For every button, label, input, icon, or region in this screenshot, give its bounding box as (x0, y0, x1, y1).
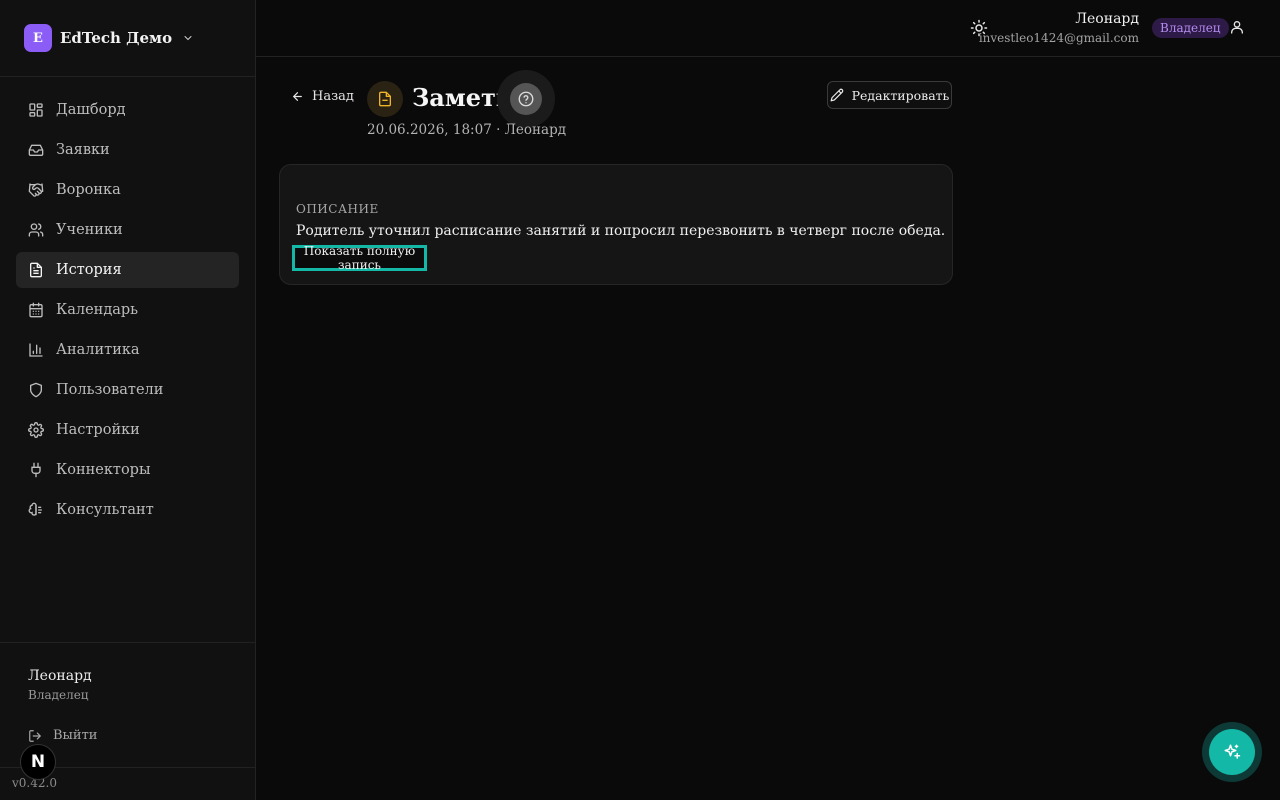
plug-icon (28, 462, 44, 478)
sidebar-item-students[interactable]: Ученики (16, 212, 239, 248)
workspace-switcher[interactable]: E EdTech Демо (24, 24, 194, 52)
shield-icon (28, 382, 44, 398)
sidebar-item-connectors[interactable]: Коннекторы (16, 452, 239, 488)
help-button[interactable] (497, 70, 555, 128)
sidebar-item-label: Календарь (56, 302, 139, 318)
note-meta: 20.06.2026, 18:07 · Леонард (367, 122, 567, 138)
sidebar: E EdTech Демо Дашборд Заявки Воронка Уче… (0, 0, 256, 800)
sidebar-user-role: Владелец (28, 688, 89, 702)
sidebar-item-label: Коннекторы (56, 462, 151, 478)
back-label: Назад (312, 89, 354, 104)
show-full-record-button[interactable]: Показать полную запись (292, 244, 427, 272)
chevron-down-icon (184, 36, 192, 41)
topbar: Леонард investleo1424@gmail.com Владелец (256, 0, 1280, 57)
sparkles-icon (1224, 744, 1241, 759)
sidebar-item-calendar[interactable]: Календарь (16, 292, 239, 328)
brain-icon (28, 502, 44, 518)
sidebar-item-dashboard[interactable]: Дашборд (16, 92, 239, 128)
sidebar-user-name: Леонард (28, 668, 92, 684)
role-badge: Владелец (1152, 18, 1229, 38)
logout-button[interactable]: Выйти (28, 728, 97, 743)
sidebar-item-label: Настройки (56, 422, 140, 438)
description-text: Родитель уточнил расписание занятий и по… (296, 223, 946, 239)
help-button-inner (510, 83, 542, 115)
inbox-icon (28, 142, 44, 158)
note-icon (379, 91, 391, 107)
note-type-badge (367, 81, 403, 117)
logout-label: Выйти (53, 728, 98, 743)
help-circle-icon (518, 91, 534, 107)
next-dev-badge[interactable]: N (20, 744, 56, 780)
sidebar-item-label: История (56, 262, 122, 278)
logout-icon (29, 729, 42, 742)
sidebar-item-label: Воронка (56, 182, 121, 198)
sidebar-item-label: Заявки (56, 142, 110, 158)
assistant-fab[interactable] (1209, 729, 1255, 775)
workspace-name: EdTech Демо (60, 29, 173, 47)
note-description-card: ОПИСАНИЕ Родитель уточнил расписание зан… (279, 164, 953, 285)
pencil-icon (830, 88, 843, 102)
sidebar-item-funnel[interactable]: Воронка (16, 172, 239, 208)
users-icon (28, 222, 44, 238)
edit-button[interactable]: Редактировать (827, 81, 952, 109)
sidebar-item-analytics[interactable]: Аналитика (16, 332, 239, 368)
dashboard-icon (28, 102, 44, 118)
sidebar-item-history[interactable]: История (16, 252, 239, 288)
workspace-logo: E (24, 24, 52, 52)
edit-label: Редактировать (851, 87, 950, 103)
sidebar-item-requests[interactable]: Заявки (16, 132, 239, 168)
sidebar-item-label: Пользователи (56, 382, 164, 398)
arrow-left-icon (292, 92, 302, 101)
bar-chart-icon (28, 342, 44, 358)
sidebar-item-label: Дашборд (56, 102, 126, 118)
calendar-icon (28, 302, 44, 318)
sidebar-divider (0, 76, 255, 77)
description-label: ОПИСАНИЕ (296, 202, 379, 216)
file-text-icon (28, 262, 44, 278)
sidebar-item-consultant[interactable]: Консультант (16, 492, 239, 528)
user-icon[interactable] (1229, 19, 1245, 35)
handshake-icon (28, 182, 44, 198)
topbar-user-email: investleo1424@gmail.com (978, 31, 1139, 45)
sidebar-item-label: Аналитика (56, 342, 140, 358)
sidebar-item-users[interactable]: Пользователи (16, 372, 239, 408)
sidebar-item-label: Ученики (56, 222, 123, 238)
gear-icon (28, 422, 44, 438)
sidebar-divider (0, 642, 255, 643)
sidebar-item-label: Консультант (56, 502, 154, 518)
topbar-user-name: Леонард (1075, 11, 1139, 27)
back-button[interactable]: Назад (291, 89, 354, 104)
sidebar-nav: Дашборд Заявки Воронка Ученики История К… (16, 92, 239, 532)
sidebar-item-settings[interactable]: Настройки (16, 412, 239, 448)
